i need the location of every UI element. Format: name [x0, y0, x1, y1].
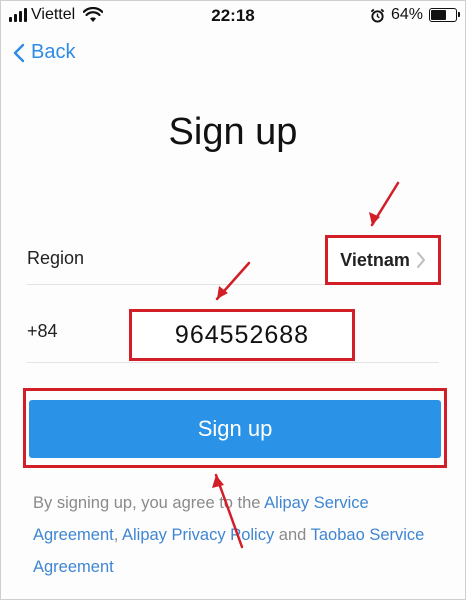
signup-button[interactable]: Sign up: [29, 400, 441, 458]
status-bar: Viettel 22:18 64%: [1, 1, 465, 31]
alarm-icon: [370, 8, 385, 23]
terms-text: By signing up, you agree to the Alipay S…: [33, 487, 429, 583]
battery-fill: [431, 10, 446, 20]
chevron-left-icon: [13, 43, 25, 62]
phone-arrow-head: [217, 286, 228, 299]
signup-highlight: Sign up: [23, 388, 447, 468]
page-title: Sign up: [168, 111, 298, 153]
terms-prefix: By signing up, you agree to the: [33, 494, 265, 512]
region-row[interactable]: Region Vietnam: [27, 233, 441, 285]
country-code: +84: [27, 321, 58, 341]
phone-screen: Viettel 22:18 64% Back Sign up Region Vi…: [0, 0, 466, 600]
region-label: Region: [27, 248, 85, 268]
privacy-policy-link[interactable]: Alipay Privacy Policy: [122, 526, 274, 544]
region-arrow: [370, 181, 400, 227]
battery-icon: [429, 8, 460, 22]
status-right: 64%: [370, 6, 460, 24]
region-value: Vietnam: [340, 249, 410, 270]
phone-row: +84 964552688: [27, 301, 439, 363]
battery-percent: 64%: [390, 6, 423, 23]
region-selector[interactable]: Vietnam: [325, 235, 441, 285]
back-button[interactable]: Back: [13, 41, 75, 64]
terms-and: and: [274, 526, 311, 544]
region-arrow-head: [369, 212, 380, 225]
chevron-right-icon: [416, 252, 425, 268]
back-label: Back: [31, 41, 76, 63]
terms-separator: ,: [113, 526, 122, 544]
phone-number-input[interactable]: 964552688: [129, 309, 355, 361]
